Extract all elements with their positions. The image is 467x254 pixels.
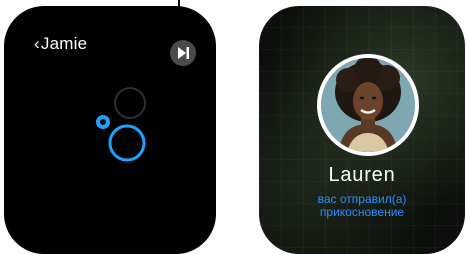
touch-message: вас отправил(а) прикосновение — [259, 193, 465, 219]
caller-name: Lauren — [328, 164, 396, 186]
sketch-circle-faint — [114, 87, 146, 119]
sketch-circle-large — [108, 124, 146, 162]
sketch-canvas[interactable] — [4, 6, 216, 254]
watch-screen-sketch: ‹Jamie — [4, 6, 216, 254]
avatar — [317, 54, 419, 156]
avatar-portrait — [321, 58, 415, 152]
touch-message-line2: прикосновение — [319, 205, 405, 219]
sketch-circle-small — [96, 115, 110, 129]
